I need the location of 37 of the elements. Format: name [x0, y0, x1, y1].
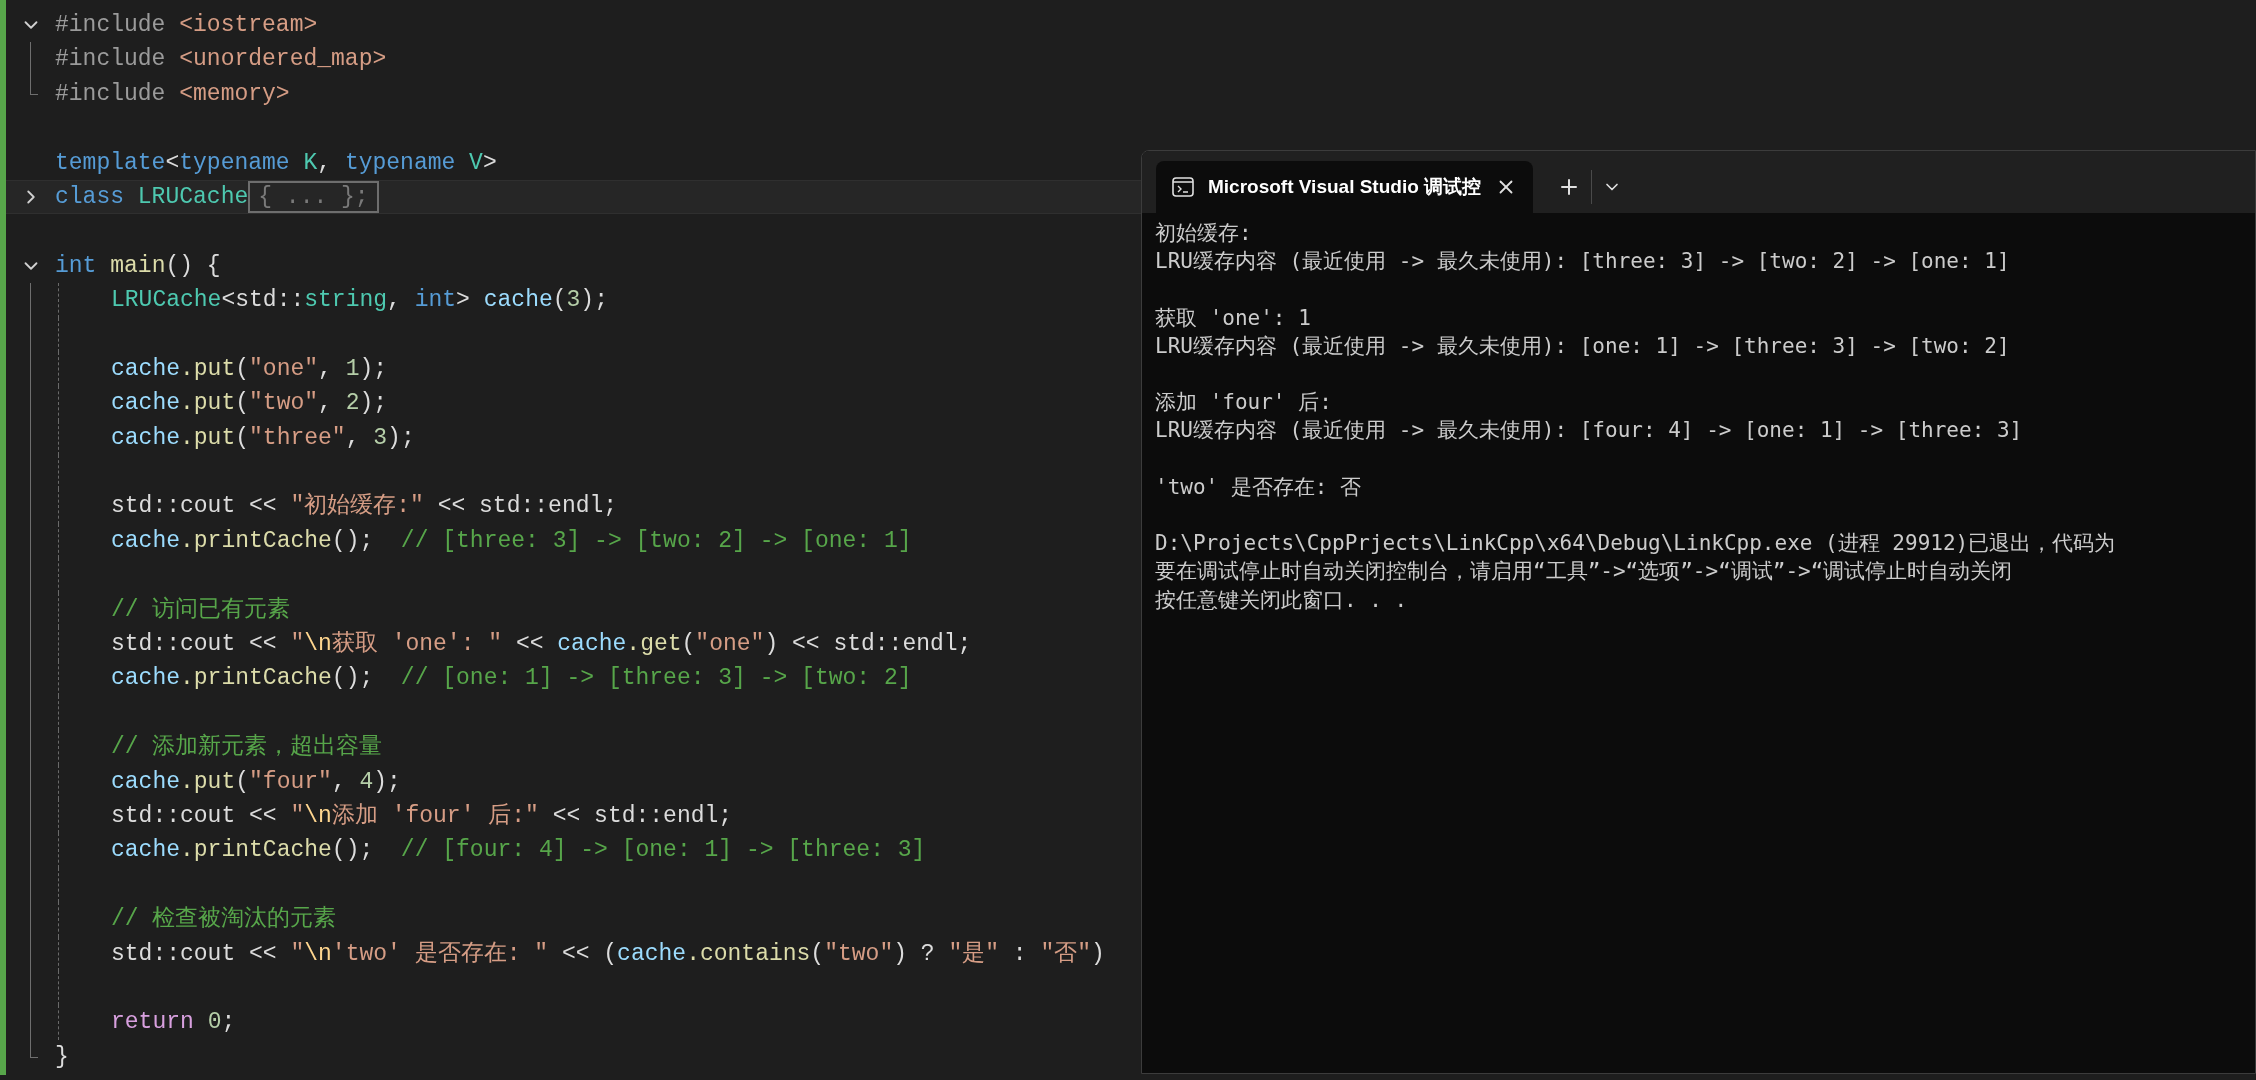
- code-line: std::cout << "\n添加 'four' 后:" << std::endl;: [111, 801, 733, 831]
- console-output-line: 'two' 是否存在: 否: [1155, 473, 1363, 501]
- code-line: cache.put("one", 1);: [111, 354, 388, 384]
- code-line: }: [55, 1042, 69, 1072]
- console-output-line: LRU缓存内容 (最近使用 -> 最久未使用): [three: 3] -> [two: 2] -> [one: 1]: [1155, 248, 2011, 276]
- collapsed-block[interactable]: { ... };: [248, 181, 379, 214]
- code-line: std::cout << "\n获取 'one': " << cache.get("one") << std::endl;: [111, 630, 972, 659]
- code-line: // 访问已有元素: [111, 595, 291, 625]
- tab-title: Microsoft Visual Studio 调试控: [1208, 174, 1482, 199]
- console-output-line: 获取 'one': 1: [1155, 304, 1312, 332]
- code-line: #include <iostream>: [55, 10, 318, 40]
- console-output-line: LRU缓存内容 (最近使用 -> 最久未使用): [four: 4] -> [one: 1] -> [three: 3]: [1155, 417, 2024, 445]
- code-line: cache.printCache(); // [four: 4] -> [one: 1] -> [three: 3]: [111, 836, 926, 866]
- code-line: cache.printCache(); // [three: 3] -> [two: 2] -> [one: 1]: [111, 526, 912, 556]
- code-line: int main() {: [55, 251, 221, 281]
- code-line: #include <memory>: [55, 79, 290, 109]
- code-line: class LRUCache: [55, 182, 249, 212]
- code-line: cache.put("two", 2);: [111, 389, 388, 419]
- console-output-line: D:\Projects\CppPrjects\LinkCpp\x64\Debug\LinkCpp.exe (进程 29912)已退出，代码为: [1155, 530, 2117, 558]
- terminal-tab[interactable]: Microsoft Visual Studio 调试控: [1156, 161, 1534, 213]
- console-output-line: 按任意键关闭此窗口. . .: [1155, 586, 1409, 614]
- code-line: std::cout << "初始缓存:" << std::endl;: [111, 491, 618, 522]
- console-output-line: 要在调试停止时自动关闭控制台，请启用“工具”->“选项”->“调试”->“调试停止时自动关闭: [1155, 558, 2014, 586]
- code-line: // 添加新元素，超出容量: [111, 732, 383, 763]
- code-line: cache.put("four", 4);: [111, 767, 401, 797]
- code-line: #include <unordered_map>: [55, 45, 387, 75]
- console-icon: [1172, 177, 1194, 197]
- code-line: cache.printCache(); // [one: 1] -> [three: 3] -> [two: 2]: [111, 664, 912, 694]
- console-output-line: LRU缓存内容 (最近使用 -> 最久未使用): [one: 1] -> [three: 3] -> [two: 2]: [1155, 332, 2011, 360]
- code-line: LRUCache<std::string, int> cache(3);: [111, 286, 608, 316]
- code-line: // 检查被淘汰的元素: [111, 905, 337, 935]
- code-line: return 0;: [111, 1008, 236, 1038]
- code-line: cache.put("three", 3);: [111, 423, 415, 453]
- code-line: std::cout << "\n'two' 是否存在: " << (cache.contains("two") ? "是" : "否"): [111, 939, 1105, 969]
- code-line: template<typename K, typename V>: [55, 148, 497, 178]
- console-output-line: 添加 'four' 后:: [1155, 389, 1333, 417]
- console-output-line: 初始缓存:: [1155, 220, 1253, 247]
